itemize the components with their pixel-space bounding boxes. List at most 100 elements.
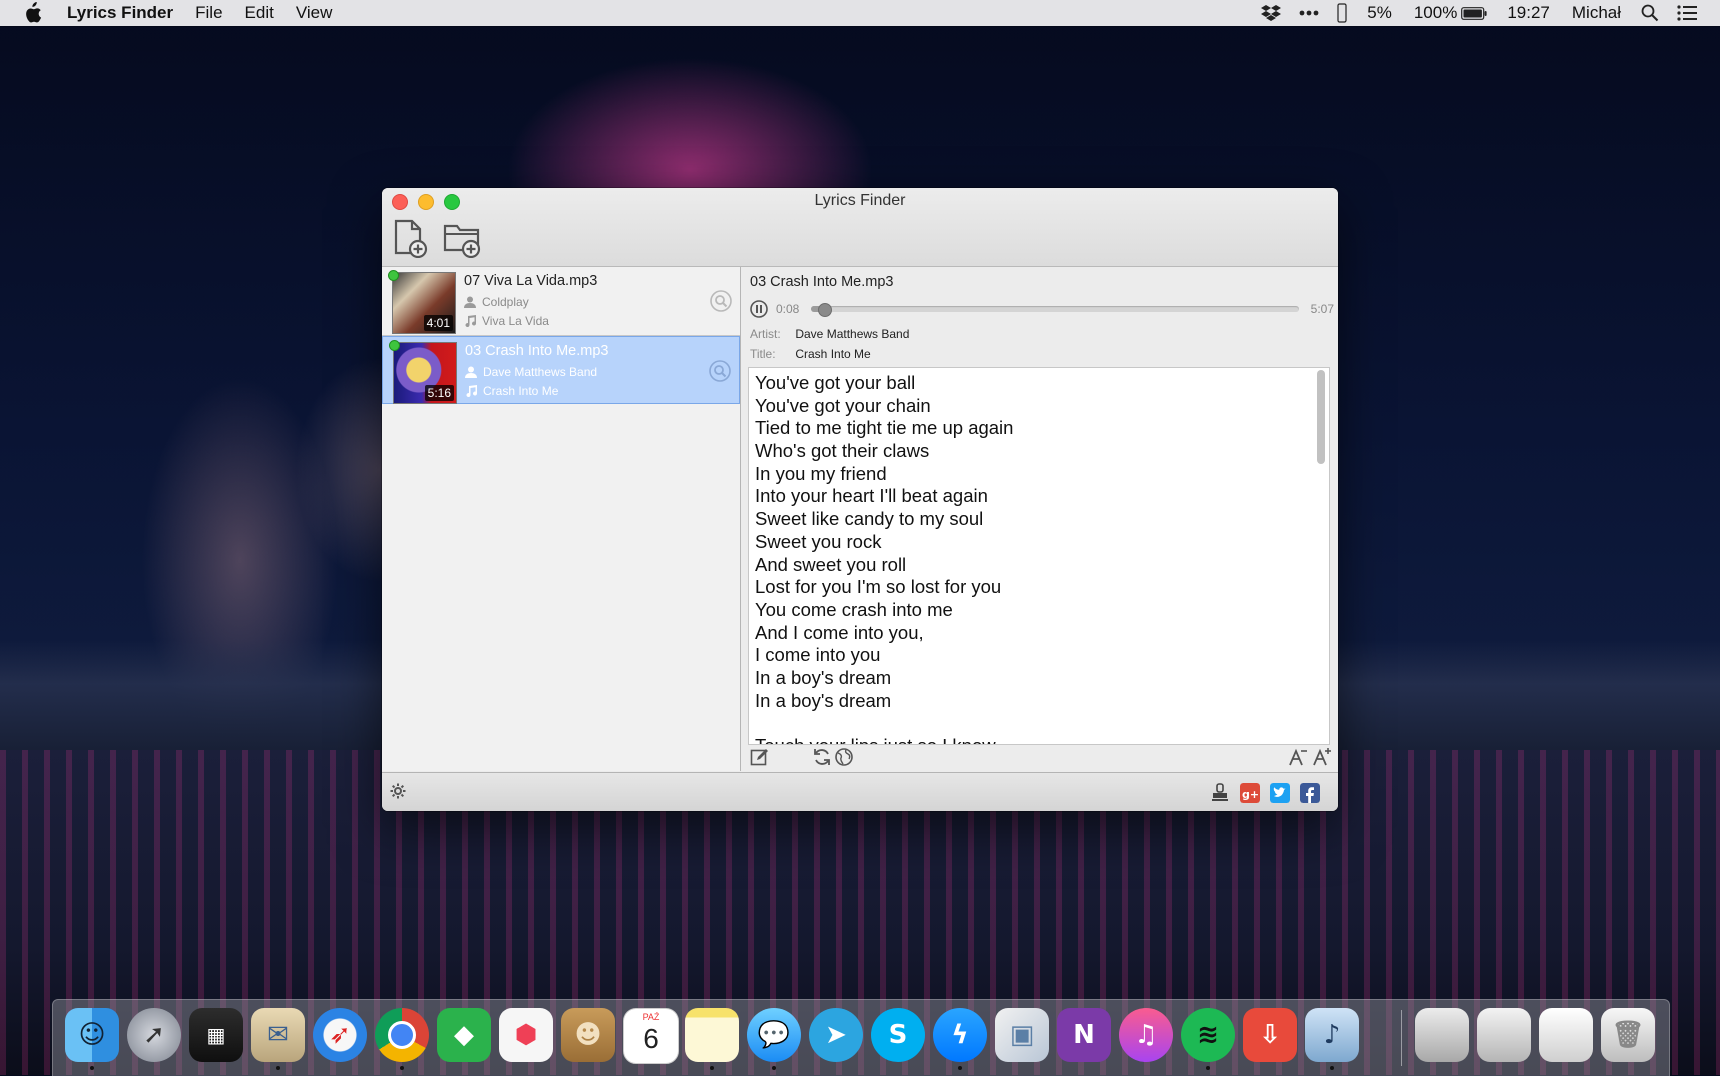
settings-gear-icon[interactable]: [390, 783, 406, 799]
dock-mission-control-icon[interactable]: ▦: [189, 1008, 243, 1062]
dock-chrome-icon[interactable]: [375, 1008, 429, 1070]
lyrics-line: Sweet like candy to my soul: [755, 508, 984, 530]
dock-calendar-icon[interactable]: PAŹ 6: [623, 1008, 679, 1064]
running-indicator: [710, 1066, 714, 1070]
window-titlebar[interactable]: Lyrics Finder: [382, 188, 1338, 267]
progress-knob[interactable]: [818, 303, 833, 317]
add-file-icon[interactable]: [390, 218, 430, 258]
menu-edit[interactable]: Edit: [234, 0, 285, 26]
lyrics-text[interactable]: You've got your ball You've got your chai…: [755, 372, 1307, 744]
total-time: 5:07: [1310, 302, 1334, 316]
dock-downloads-folder-icon[interactable]: [1477, 1008, 1531, 1062]
dock-applications-folder-icon[interactable]: [1415, 1008, 1469, 1062]
song-file-name: 07 Viva La Vida.mp3: [464, 273, 598, 289]
lyrics-line: [755, 712, 1307, 735]
dock-safari-icon[interactable]: ➶: [313, 1008, 367, 1062]
dock-finder-icon[interactable]: ☺: [65, 1008, 119, 1070]
title-value: Crash Into Me: [795, 347, 871, 361]
user-name[interactable]: Michał: [1561, 0, 1632, 26]
menu-file[interactable]: File: [184, 0, 233, 26]
dock-contacts-icon[interactable]: ☻: [561, 1008, 615, 1062]
dock-spotify-icon[interactable]: ≋: [1181, 1008, 1235, 1070]
album-cover: 4:01: [392, 272, 456, 334]
window-title: Lyrics Finder: [814, 192, 906, 209]
dock-itunes-icon[interactable]: ♫: [1119, 1008, 1173, 1062]
person-icon: [464, 296, 476, 308]
search-lyrics-icon[interactable]: [710, 290, 732, 312]
lyrics-line: And I come into you,: [755, 621, 924, 643]
refresh-icon[interactable]: [812, 747, 832, 767]
battery-percent[interactable]: 100%: [1403, 0, 1461, 26]
dock-documents-folder-icon[interactable]: [1539, 1008, 1593, 1062]
dock-lyrics-finder-icon[interactable]: ♪: [1305, 1008, 1359, 1070]
menu-view[interactable]: View: [285, 0, 344, 26]
dock-notes-icon[interactable]: [685, 1008, 739, 1070]
dock-transmit-icon[interactable]: ⇩: [1243, 1008, 1297, 1062]
more-icon[interactable]: [1299, 10, 1319, 16]
phone-battery-icon: [1337, 3, 1347, 23]
spotlight-icon[interactable]: [1641, 4, 1659, 22]
status-dot-icon: [388, 270, 399, 281]
song-list[interactable]: 4:01 07 Viva La Vida.mp3 Coldplay Viva L…: [382, 267, 741, 771]
globe-icon[interactable]: [834, 747, 854, 767]
battery-icon[interactable]: [1461, 6, 1487, 20]
dock-feedly-icon[interactable]: ◆: [437, 1008, 491, 1062]
running-indicator: [958, 1066, 962, 1070]
dock-mail-icon[interactable]: ✉: [251, 1008, 305, 1070]
lyrics-line: You've got your chain: [755, 394, 931, 416]
detail-file-name: 03 Crash Into Me.mp3: [750, 274, 894, 290]
twitter-icon[interactable]: [1270, 783, 1290, 803]
scrollbar-thumb[interactable]: [1317, 370, 1325, 464]
google-plus-icon[interactable]: g+: [1240, 783, 1260, 803]
increase-font-icon[interactable]: [1312, 747, 1332, 767]
song-title-row: Crash Into Me: [465, 384, 558, 398]
lyrics-line: In a boy's dream: [755, 666, 892, 688]
menu-app-name[interactable]: Lyrics Finder: [56, 0, 184, 26]
dock-launchpad-icon[interactable]: ➚: [127, 1008, 181, 1062]
apple-menu-icon[interactable]: [22, 2, 42, 24]
song-item-selected[interactable]: 5:16 03 Crash Into Me.mp3 Dave Matthews …: [382, 336, 740, 404]
dropbox-icon[interactable]: [1261, 4, 1282, 22]
title-label: Title:: [750, 347, 776, 361]
player: 0:08 5:07: [750, 299, 1334, 319]
lyrics-scrollbar[interactable]: [1317, 370, 1325, 740]
clock[interactable]: 19:27: [1496, 0, 1561, 26]
running-indicator: [90, 1066, 94, 1070]
lyrics-view[interactable]: You've got your ball You've got your chai…: [748, 367, 1330, 745]
dock-telegram-icon[interactable]: ➤: [809, 1008, 863, 1062]
running-indicator: [1330, 1066, 1334, 1070]
notification-center-icon[interactable]: [1677, 5, 1697, 21]
song-artist: Dave Matthews Band: [483, 365, 598, 379]
running-indicator: [772, 1066, 776, 1070]
dock-messages-icon[interactable]: 💬: [747, 1008, 801, 1070]
music-note-icon: [465, 315, 476, 327]
song-item[interactable]: 4:01 07 Viva La Vida.mp3 Coldplay Viva L…: [382, 267, 740, 336]
lyrics-toolbar: [750, 747, 1334, 769]
progress-slider[interactable]: [811, 303, 1299, 317]
menu-bar: Lyrics Finder File Edit View 5% 100% 19:…: [0, 0, 1720, 26]
lyrics-line: And sweet you roll: [755, 553, 907, 575]
decrease-font-icon[interactable]: [1288, 747, 1308, 767]
edit-icon[interactable]: [750, 747, 770, 767]
add-folder-icon[interactable]: [442, 218, 482, 258]
pause-icon[interactable]: [750, 300, 768, 318]
running-indicator: [400, 1066, 404, 1070]
lyrics-line: Who's got their claws: [755, 440, 930, 462]
song-artist-row: Dave Matthews Band: [465, 365, 597, 379]
dock-preview-icon[interactable]: ▣: [995, 1008, 1049, 1062]
dock-pocket-icon[interactable]: ⬢: [499, 1008, 553, 1062]
dock-skype-icon[interactable]: S: [871, 1008, 925, 1062]
facebook-icon[interactable]: [1300, 783, 1320, 803]
search-lyrics-icon[interactable]: [709, 360, 731, 382]
lyrics-finder-window: Lyrics Finder 4:01 07 Viva La Vida.mp3 C…: [382, 188, 1338, 811]
dock-onenote-icon[interactable]: N: [1057, 1008, 1111, 1062]
stamp-icon[interactable]: [1210, 783, 1230, 803]
dock-messenger-icon[interactable]: ϟ: [933, 1008, 987, 1070]
lyrics-line: Sweet you rock: [755, 530, 882, 552]
lyrics-line: Touch your lips just so I know: [755, 735, 1307, 744]
artist-value: Dave Matthews Band: [795, 327, 910, 341]
detail-pane: 03 Crash Into Me.mp3 0:08 5:07 Artist: D…: [742, 267, 1338, 771]
dock-separator: [1401, 1010, 1402, 1066]
dock-trash-icon[interactable]: 🗑: [1601, 1008, 1655, 1062]
song-duration: 5:16: [424, 385, 454, 401]
